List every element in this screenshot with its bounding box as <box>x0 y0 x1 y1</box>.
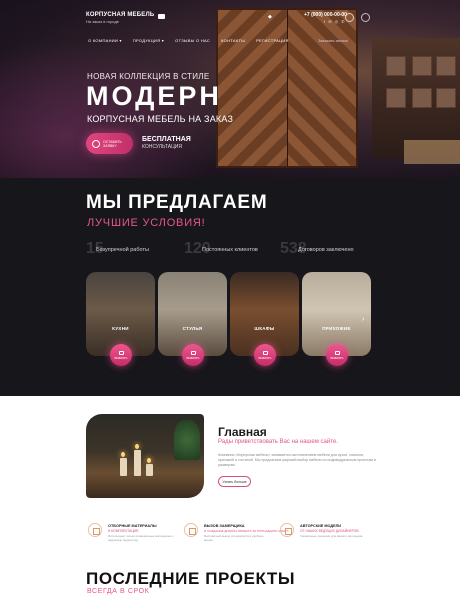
hero-kicker: НОВАЯ КОЛЛЕКЦИЯ В СТИЛЕ <box>87 72 210 81</box>
choose-label: ВЫБРАТЬ <box>330 355 344 360</box>
feature-title: АВТОРСКИЕ МОДЕЛИ <box>300 524 342 528</box>
shelf-tile <box>386 56 406 76</box>
choose-label: ВЫБРАТЬ <box>114 355 128 360</box>
category-caption: ПРИХОЖИЕ <box>322 326 351 331</box>
choose-kitchens-button[interactable]: ВЫБРАТЬ <box>110 344 132 366</box>
shelf-tile <box>436 56 456 76</box>
shelf-tile <box>412 56 432 76</box>
stat-label: Договоров заключено <box>298 247 354 253</box>
offer-subtitle: ЛУЧШИЕ УСЛОВИЯ! <box>87 217 206 229</box>
hero-banner <box>0 0 460 178</box>
offer-title: МЫ ПРЕДЛАГАЕМ <box>86 192 268 213</box>
wardrobe-door-left <box>218 10 287 166</box>
feature-title: ОТБОРНЫЕ МАТЕРИАЛЫ <box>108 524 157 528</box>
category-caption: ШКАФЫ <box>254 326 275 331</box>
cart-icon <box>334 350 340 355</box>
candle <box>146 464 153 476</box>
choose-chairs-button[interactable]: ВЫБРАТЬ <box>182 344 204 366</box>
hero-subtitle: КОРПУСНАЯ МЕБЕЛЬ НА ЗАКАЗ <box>87 114 234 124</box>
phone-number[interactable]: +7 (000) 000-00-00 <box>304 12 347 18</box>
nav-item-company[interactable]: О КОМПАНИИ ▾ <box>88 38 122 43</box>
category-caption: КУХНИ <box>112 326 129 331</box>
youtube-icon[interactable] <box>158 14 165 19</box>
nav-item-products[interactable]: ПРОДУКЦИЯ ▾ <box>133 38 164 43</box>
projects-title: ПОСЛЕДНИЕ ПРОЕКТЫ <box>86 569 296 588</box>
choose-hallways-button[interactable]: ВЫБРАТЬ <box>326 344 348 366</box>
stat-label: Безупречной работы <box>96 247 149 253</box>
nav-callback-link[interactable]: Заказать звонок <box>318 38 348 43</box>
hero-title: МОДЕРН <box>86 81 222 111</box>
cart-icon <box>262 350 268 355</box>
main-photo <box>86 414 204 498</box>
wardrobe-seam <box>287 10 288 166</box>
mail-icon[interactable] <box>361 13 370 22</box>
chat-icon <box>92 139 100 148</box>
cart-icon <box>118 350 124 355</box>
stat-contracts: 538 Договоров заключено <box>280 240 354 258</box>
projects-subtitle: ВСЕГДА В СРОК <box>87 588 150 595</box>
feature-subtitle: И СОЗДАНИЕ ДИЗАЙН-ПРОЕКТА ЗА ПЯТНАДЦАТЬ … <box>204 529 289 533</box>
candle-flame <box>121 452 125 457</box>
shelf-tile <box>386 88 406 108</box>
feature-title: ВЫЗОВ ЗАМЕРЩИКА <box>204 524 245 528</box>
hero-wardrobe-image <box>216 8 358 168</box>
nav-item-reviews[interactable]: ОТЗЫВЫ О НАС <box>175 38 210 43</box>
main-text: Компания «Корпусная мебель» занимается и… <box>218 453 376 467</box>
choose-wardrobes-button[interactable]: ВЫБРАТЬ <box>254 344 276 366</box>
feature-text: Используем только проверенные материалы … <box>108 534 174 542</box>
hero-table-image <box>404 140 460 164</box>
feature-text: Уникальные решения для вашего интерьера. <box>300 534 364 538</box>
nav-item-register[interactable]: РЕГИСТРАЦИЯ <box>256 38 289 43</box>
stat-clients: 120 Постоянных клиентов <box>184 240 258 258</box>
nav-item-contacts[interactable]: КОНТАКТЫ <box>221 38 245 43</box>
free-consult-title: БЕСПЛАТНАЯ <box>142 136 191 143</box>
stat-label: Постоянных клиентов <box>202 247 258 253</box>
candle-flame <box>147 458 151 463</box>
shelf-tile <box>412 88 432 108</box>
stat-years: 15 Безупречной работы <box>86 240 149 258</box>
candle <box>120 458 127 476</box>
free-consult-subtitle: КОНСУЛЬТАЦИЯ <box>142 144 182 150</box>
choose-label: ВЫБРАТЬ <box>186 355 200 360</box>
logo-title[interactable]: КОРПУСНАЯ МЕБЕЛЬ <box>86 12 154 18</box>
ruler-icon <box>184 523 198 537</box>
social-icons[interactable]: f ✉ ◎ ✆ <box>324 19 346 24</box>
main-title: Главная <box>218 425 267 439</box>
learn-more-button[interactable]: Узнать больше <box>218 476 251 487</box>
choose-label: ВЫБРАТЬ <box>258 355 272 360</box>
wardrobe-door-right <box>287 10 356 166</box>
candle-flame <box>135 444 139 449</box>
logo-subtitle: На заказ в городе <box>86 19 119 24</box>
feature-text: Бесплатный выезд специалиста в удобное в… <box>204 534 264 542</box>
feature-subtitle: И КОМПЛЕКТАЦИЯ <box>108 529 139 533</box>
location-pin-icon[interactable]: ◆ <box>268 14 273 20</box>
cart-icon <box>190 350 196 355</box>
candle <box>134 450 141 476</box>
leave-request-button[interactable]: ОСТАВИТЬ ЗАЯВКУ <box>86 133 133 154</box>
callback-icon[interactable] <box>345 13 354 22</box>
category-caption: СТУЛЬЯ <box>182 326 203 331</box>
shelf-tile <box>436 88 456 108</box>
feature-subtitle: ОТ НАШИХ ВЕДУЩИХ ДИЗАЙНЕРОВ <box>300 529 359 533</box>
materials-icon <box>88 523 102 537</box>
main-nav: О КОМПАНИИ ▾ ПРОДУКЦИЯ ▾ ОТЗЫВЫ О НАС КО… <box>88 38 300 43</box>
design-icon <box>280 523 294 537</box>
plant <box>174 420 200 460</box>
main-subtitle: Рады приветствовать Вас на нашем сайте. <box>218 439 338 445</box>
carousel-next-icon[interactable]: › <box>362 316 364 323</box>
leave-request-label: ОСТАВИТЬ ЗАЯВКУ <box>103 139 122 148</box>
